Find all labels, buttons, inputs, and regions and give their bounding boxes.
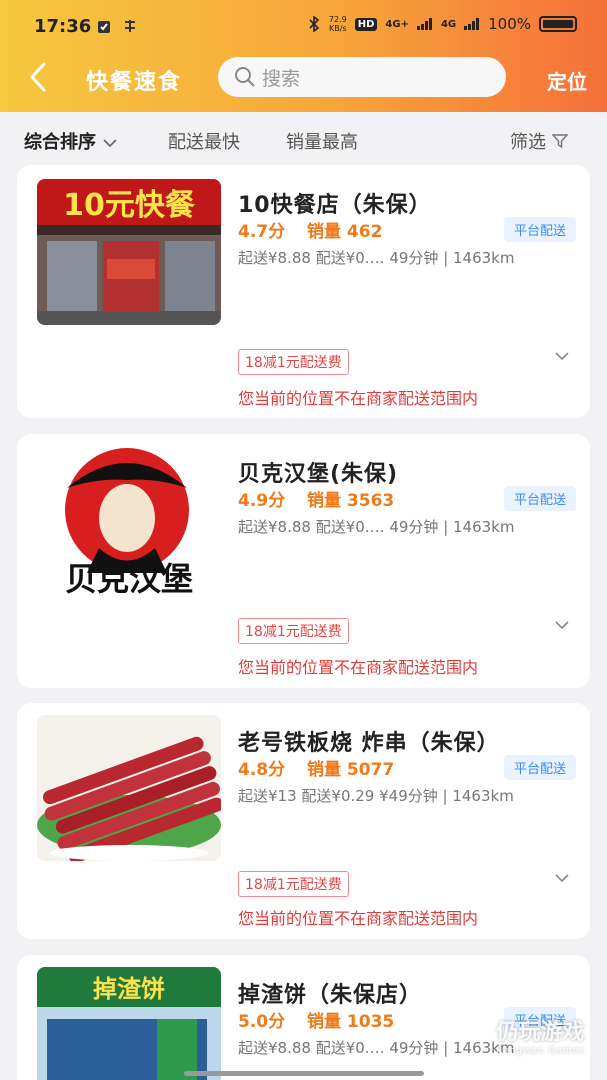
shop-name: 掉渣饼（朱保店） (238, 983, 423, 1008)
sort-label: 综合排序 (24, 132, 96, 153)
shop-name: 10快餐店（朱保） (238, 193, 432, 218)
filter-top-sales[interactable]: 销量最高 (286, 128, 358, 154)
shop-rating: 5.0分 (238, 1012, 286, 1032)
watermark-main: 仍玩游戏 (496, 1020, 585, 1045)
watermark: 仍玩游戏 Rengwan Games (496, 1014, 585, 1056)
shop-image (37, 715, 221, 861)
filter-label: 筛选 (510, 132, 546, 153)
chevron-down-icon[interactable] (554, 873, 570, 883)
page-title: 快餐速食 (86, 70, 183, 95)
out-of-range-warning: 您当前的位置不在商家配送范围内 (238, 909, 479, 928)
chevron-down-icon[interactable] (554, 620, 570, 630)
nav-bar: 快餐速食 搜索 定位 (0, 52, 607, 104)
shop-sales: 销量 1035 (307, 1012, 395, 1032)
shop-meta: 起送¥8.88 配送¥0.… 49分钟 | 1463km (238, 249, 515, 267)
funnel-icon (551, 134, 569, 149)
bluetooth-icon (309, 16, 320, 32)
home-indicator (184, 1071, 424, 1076)
back-arrow-icon[interactable] (24, 60, 54, 94)
promo-tag: 18减1元配送费 (238, 871, 349, 897)
net-speed: 72.9 KB/s (328, 15, 347, 33)
status-right: 72.9 KB/s HD 4G+ 4G 100% (307, 15, 577, 33)
sort-dropdown[interactable]: 综合排序 (24, 128, 118, 154)
shop-sales: 销量 462 (307, 222, 383, 242)
network-4g-plus: 4G+ (385, 18, 409, 30)
chevron-down-icon (103, 139, 117, 148)
delivery-badge: 平台配送 (503, 486, 576, 511)
search-placeholder: 搜索 (262, 67, 301, 90)
shop-image: 10元快餐 (37, 179, 221, 325)
delivery-badge: 平台配送 (503, 217, 576, 242)
search-icon (235, 67, 255, 87)
locate-button[interactable]: 定位 (547, 66, 587, 95)
filter-button[interactable]: 筛选 (510, 128, 569, 154)
shop-meta: 起送¥13 配送¥0.29 ¥49分钟 | 1463km (238, 787, 514, 805)
out-of-range-warning: 您当前的位置不在商家配送范围内 (238, 658, 479, 677)
shop-logo: 贝克汉堡 (37, 448, 221, 594)
filter-bar: 综合排序 配送最快 销量最高 筛选 (0, 112, 607, 164)
search-input[interactable]: 搜索 (218, 57, 506, 97)
shop-rating: 4.9分 (238, 491, 286, 511)
shop-card[interactable]: 老号铁板烧 炸串（朱保） 4.8分 销量 5077 平台配送 起送¥13 配送¥… (17, 703, 590, 939)
filter-fastest[interactable]: 配送最快 (168, 128, 240, 154)
app-notification-icon (125, 20, 135, 32)
status-time: 17:36 (34, 16, 92, 37)
shop-sales: 销量 5077 (307, 760, 395, 780)
shop-rating: 4.8分 (238, 760, 286, 780)
shop-image: 掉渣饼 (37, 967, 221, 1080)
out-of-range-warning: 您当前的位置不在商家配送范围内 (238, 389, 479, 408)
delivery-badge: 平台配送 (503, 755, 576, 780)
network-4g: 4G (440, 18, 457, 30)
signal-icon-2 (464, 18, 480, 30)
shop-name: 老号铁板烧 炸串（朱保） (238, 731, 500, 756)
signal-icon (416, 18, 432, 30)
shop-meta: 起送¥8.88 配送¥0.… 49分钟 | 1463km (238, 1039, 515, 1057)
clipboard-icon (98, 21, 110, 33)
shop-meta: 起送¥8.88 配送¥0.… 49分钟 | 1463km (238, 518, 515, 536)
logo-text: 贝克汉堡 (65, 560, 193, 594)
chevron-down-icon[interactable] (554, 351, 570, 361)
promo-tag: 18减1元配送费 (238, 349, 349, 375)
shop-sales: 销量 3563 (307, 491, 395, 511)
hd-badge: HD (354, 17, 378, 31)
battery-percent: 100% (488, 15, 531, 33)
thumb-sign-text: 掉渣饼 (93, 975, 165, 1003)
shop-card[interactable]: 10元快餐 10快餐店（朱保） 4.7分 销量 462 平台配送 起送¥8.88… (17, 165, 590, 418)
battery-icon (539, 16, 577, 32)
shop-name: 贝克汉堡(朱保) (238, 462, 399, 487)
shop-rating: 4.7分 (238, 222, 286, 242)
watermark-sub: Rengwan Games (496, 1046, 585, 1056)
status-bar: 17:36 72.9 KB/s HD 4G+ 4G 100% (0, 0, 607, 52)
promo-tag: 18减1元配送费 (238, 618, 349, 644)
shop-card[interactable]: 贝克汉堡 贝克汉堡(朱保) 4.9分 销量 3563 平台配送 起送¥8.88 … (17, 434, 590, 688)
thumb-sign-text: 10元快餐 (63, 188, 196, 223)
